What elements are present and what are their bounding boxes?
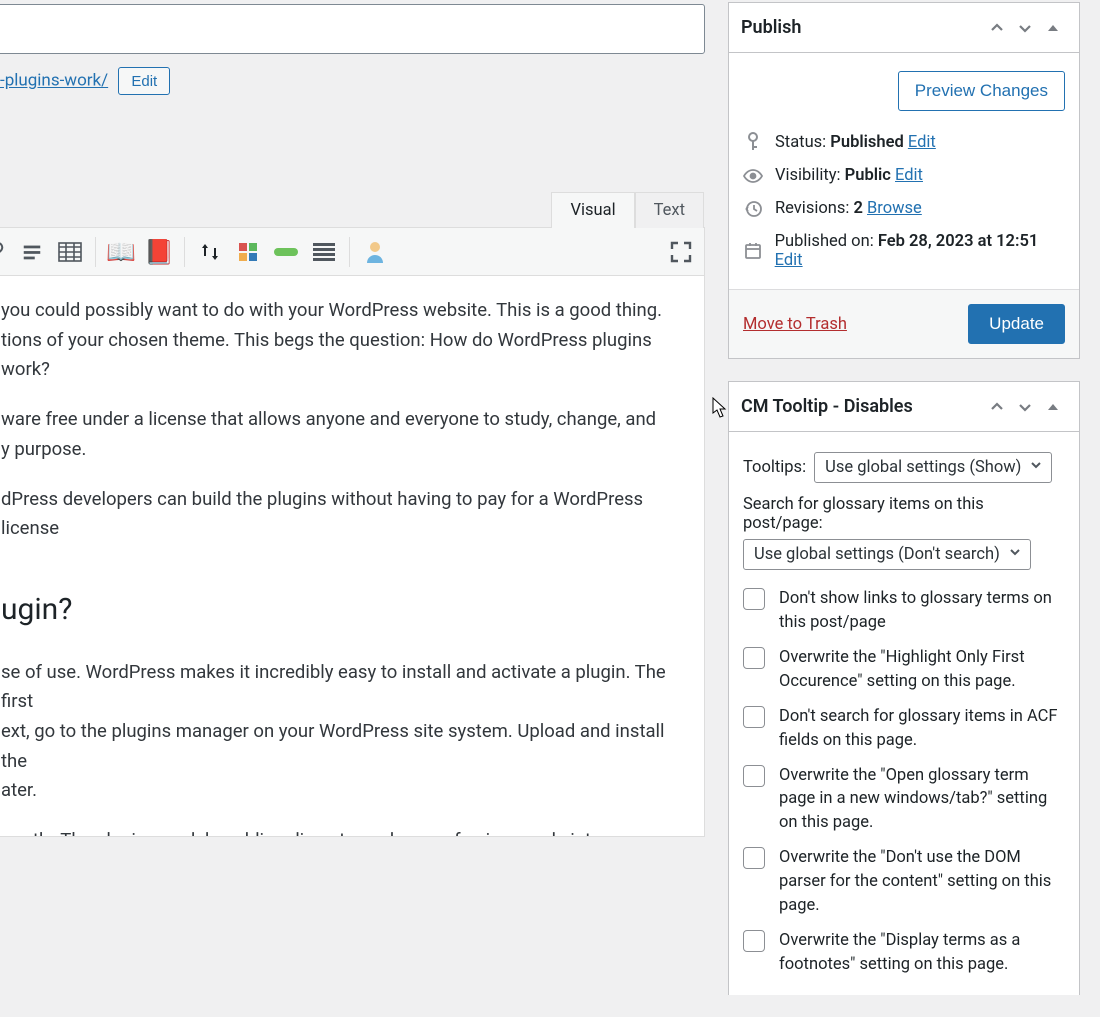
body-text: ext, go to the plugins manager on your W… — [1, 720, 665, 772]
body-text: se of use. WordPress makes it incredibly… — [1, 661, 666, 713]
visibility-row: Visibility: Public Edit — [743, 159, 1065, 192]
panel-up-icon[interactable] — [983, 14, 1011, 42]
checkbox-label: Overwrite the "Open glossary term page i… — [779, 764, 1065, 836]
checkbox-row: Don't show links to glossary terms on th… — [743, 582, 1065, 641]
preview-changes-button[interactable]: Preview Changes — [898, 71, 1065, 111]
key-icon — [743, 132, 763, 152]
checkbox-row: Overwrite the "Display terms as a footno… — [743, 924, 1065, 983]
visibility-label: Visibility: — [775, 166, 841, 185]
tab-text[interactable]: Text — [635, 192, 704, 229]
status-value: Published — [830, 133, 904, 152]
permalink-slug-link[interactable]: -plugins-work/ — [0, 71, 108, 91]
tooltips-select-value: Use global settings (Show) — [825, 458, 1021, 477]
user-icon[interactable] — [358, 235, 392, 269]
published-value: Feb 28, 2023 at 12:51 — [878, 232, 1039, 251]
content-heading: ugin? — [1, 586, 674, 634]
chevron-down-icon — [1029, 458, 1043, 477]
body-text: ater. — [1, 779, 37, 801]
move-to-trash-link[interactable]: Move to Trash — [743, 315, 847, 334]
status-edit-link[interactable]: Edit — [908, 133, 936, 152]
cm-tooltip-panel: CM Tooltip - Disables Tooltips: Use glob… — [728, 381, 1080, 995]
status-row: Status: Published Edit — [743, 125, 1065, 159]
search-select-label: Search for glossary items on this post/p… — [743, 495, 1065, 533]
tab-visual[interactable]: Visual — [551, 192, 634, 229]
bars-icon[interactable] — [307, 235, 341, 269]
link-icon[interactable] — [0, 235, 11, 269]
checkbox[interactable] — [743, 706, 765, 728]
chevron-down-icon — [1008, 545, 1022, 564]
cm-tooltip-title: CM Tooltip - Disables — [741, 396, 983, 417]
publish-footer: Move to Trash Update — [729, 289, 1079, 358]
published-label: Published on: — [775, 232, 874, 251]
update-button[interactable]: Update — [968, 304, 1065, 344]
fullscreen-icon[interactable] — [664, 235, 698, 269]
blocks-icon[interactable] — [231, 235, 265, 269]
editor-toolbar: 📖 📕 — [0, 228, 704, 276]
revisions-value: 2 — [853, 199, 862, 218]
checkbox[interactable] — [743, 847, 765, 869]
editor-tabs: Visual Text — [551, 191, 704, 228]
sidebar: Publish Preview Changes Status: Publishe… — [728, 2, 1080, 1017]
visibility-edit-link[interactable]: Edit — [895, 166, 923, 185]
panel-toggle-icon[interactable] — [1039, 393, 1067, 421]
checkbox[interactable] — [743, 588, 765, 610]
checkbox-row: Overwrite the "Highlight Only First Occu… — [743, 641, 1065, 700]
eraser-icon[interactable] — [15, 235, 49, 269]
publish-title: Publish — [741, 17, 983, 38]
panel-up-icon[interactable] — [983, 393, 1011, 421]
checkbox-label: Overwrite the "Don't use the DOM parser … — [779, 846, 1065, 918]
body-text: rrectly. The plugins work by adding disc… — [1, 829, 601, 836]
visibility-value: Public — [845, 166, 891, 185]
sort-icon[interactable] — [193, 235, 227, 269]
tooltips-select[interactable]: Use global settings (Show) — [814, 452, 1052, 483]
checkbox-label: Overwrite the "Display terms as a footno… — [779, 929, 1065, 977]
editor-column: -plugins-work/ Edit Visual Text 📖 📕 — [0, 0, 710, 870]
body-text: you could possibly want to do with your … — [1, 299, 662, 321]
status-label: Status: — [775, 133, 826, 152]
panel-toggle-icon[interactable] — [1039, 14, 1067, 42]
cm-tooltip-header: CM Tooltip - Disables — [729, 382, 1079, 432]
body-text: dPress developers can build the plugins … — [1, 488, 643, 540]
hr-icon[interactable] — [269, 235, 303, 269]
checkbox-row: Overwrite the "Don't use the DOM parser … — [743, 841, 1065, 924]
checkbox-row: Don't search for glossary items in ACF f… — [743, 700, 1065, 759]
permalink-edit-button[interactable]: Edit — [118, 67, 170, 95]
permalink-row: -plugins-work/ Edit — [0, 67, 170, 95]
revisions-browse-link[interactable]: Browse — [867, 199, 922, 218]
publish-panel: Publish Preview Changes Status: Publishe… — [728, 2, 1080, 359]
eye-icon — [743, 169, 763, 183]
checkbox-label: Don't show links to glossary terms on th… — [779, 587, 1065, 635]
body-text: y purpose. — [1, 438, 86, 460]
body-text: ware free under a license that allows an… — [1, 408, 656, 430]
cm-tooltip-body: Tooltips: Use global settings (Show) Sea… — [729, 432, 1079, 995]
publish-panel-header: Publish — [729, 3, 1079, 53]
panel-down-icon[interactable] — [1011, 14, 1039, 42]
table-icon[interactable] — [53, 235, 87, 269]
checkbox[interactable] — [743, 765, 765, 787]
book-closed-icon[interactable]: 📕 — [142, 235, 176, 269]
history-icon — [743, 200, 763, 218]
publish-body: Preview Changes Status: Published Edit V… — [729, 53, 1079, 289]
panel-down-icon[interactable] — [1011, 393, 1039, 421]
book-open-icon[interactable]: 📖 — [104, 235, 138, 269]
revisions-label: Revisions: — [775, 199, 849, 218]
search-select-value: Use global settings (Don't search) — [754, 545, 1000, 564]
post-title-input[interactable] — [0, 4, 705, 54]
checkbox-label: Don't search for glossary items in ACF f… — [779, 705, 1065, 753]
editor-container: Visual Text 📖 📕 — [0, 227, 705, 837]
checkbox-row: Overwrite the "Open glossary term page i… — [743, 759, 1065, 842]
editor-content[interactable]: you could possibly want to do with your … — [0, 276, 704, 836]
checkbox[interactable] — [743, 647, 765, 669]
calendar-icon — [743, 242, 763, 260]
search-select[interactable]: Use global settings (Don't search) — [743, 539, 1031, 570]
revisions-row: Revisions: 2 Browse — [743, 192, 1065, 225]
published-edit-link[interactable]: Edit — [775, 251, 803, 270]
checkbox[interactable] — [743, 930, 765, 952]
tooltips-label: Tooltips: — [743, 458, 806, 477]
cursor-icon — [712, 397, 728, 419]
published-row: Published on: Feb 28, 2023 at 12:51 Edit — [743, 225, 1065, 277]
body-text: tions of your chosen theme. This begs th… — [1, 329, 652, 381]
checkbox-label: Overwrite the "Highlight Only First Occu… — [779, 646, 1065, 694]
